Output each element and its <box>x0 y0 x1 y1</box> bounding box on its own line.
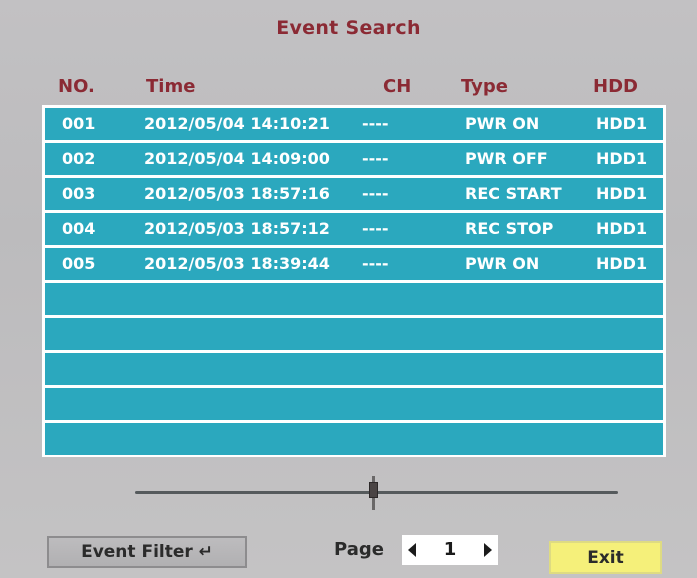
table-row[interactable] <box>45 388 663 420</box>
prev-page-icon[interactable] <box>408 543 416 557</box>
table-row[interactable] <box>45 283 663 315</box>
cell-hdd: HDD1 <box>596 149 648 168</box>
next-page-icon[interactable] <box>484 543 492 557</box>
column-header-type: Type <box>461 76 508 97</box>
cell-ch: ---- <box>362 114 389 133</box>
table-row[interactable]: 005 2012/05/03 18:39:44 ---- PWR ON HDD1 <box>45 248 663 280</box>
cell-hdd: HDD1 <box>596 114 648 133</box>
column-header-time: Time <box>146 76 196 97</box>
cell-time: 2012/05/04 14:10:21 <box>144 114 330 133</box>
table-row[interactable]: 002 2012/05/04 14:09:00 ---- PWR OFF HDD… <box>45 143 663 175</box>
cell-no: 001 <box>62 114 96 133</box>
cell-ch: ---- <box>362 149 389 168</box>
event-search-screen: Event Search NO. Time CH Type HDD 001 20… <box>0 0 697 578</box>
page-selector[interactable]: 1 <box>402 535 498 565</box>
cell-type: PWR ON <box>465 114 540 133</box>
cell-type: REC STOP <box>465 219 554 238</box>
table-row[interactable] <box>45 353 663 385</box>
cell-ch: ---- <box>362 219 389 238</box>
table-row[interactable] <box>45 318 663 350</box>
column-header-ch: CH <box>383 76 412 97</box>
event-filter-button[interactable]: Event Filter ↵ <box>47 536 247 568</box>
cell-time: 2012/05/03 18:39:44 <box>144 254 330 273</box>
cell-time: 2012/05/03 18:57:12 <box>144 219 330 238</box>
column-header-no: NO. <box>58 76 95 97</box>
table-row[interactable]: 004 2012/05/03 18:57:12 ---- REC STOP HD… <box>45 213 663 245</box>
page-number: 1 <box>443 539 457 560</box>
table-row[interactable]: 001 2012/05/04 14:10:21 ---- PWR ON HDD1 <box>45 108 663 140</box>
cell-ch: ---- <box>362 184 389 203</box>
slider-knob[interactable] <box>369 482 378 498</box>
cell-no: 005 <box>62 254 96 273</box>
cell-time: 2012/05/03 18:57:16 <box>144 184 330 203</box>
exit-button[interactable]: Exit <box>549 541 662 574</box>
cell-no: 004 <box>62 219 96 238</box>
cell-type: REC START <box>465 184 562 203</box>
event-table: 001 2012/05/04 14:10:21 ---- PWR ON HDD1… <box>42 105 666 457</box>
cell-hdd: HDD1 <box>596 184 648 203</box>
table-row[interactable]: 003 2012/05/03 18:57:16 ---- REC START H… <box>45 178 663 210</box>
cell-time: 2012/05/04 14:09:00 <box>144 149 330 168</box>
cell-ch: ---- <box>362 254 389 273</box>
cell-type: PWR OFF <box>465 149 548 168</box>
page-title: Event Search <box>276 17 421 39</box>
cell-hdd: HDD1 <box>596 219 648 238</box>
scroll-slider-thumb[interactable] <box>369 476 378 510</box>
cell-no: 003 <box>62 184 96 203</box>
cell-hdd: HDD1 <box>596 254 648 273</box>
page-label: Page <box>334 539 384 560</box>
cell-type: PWR ON <box>465 254 540 273</box>
table-row[interactable] <box>45 423 663 455</box>
column-header-hdd: HDD <box>593 76 638 97</box>
cell-no: 002 <box>62 149 96 168</box>
